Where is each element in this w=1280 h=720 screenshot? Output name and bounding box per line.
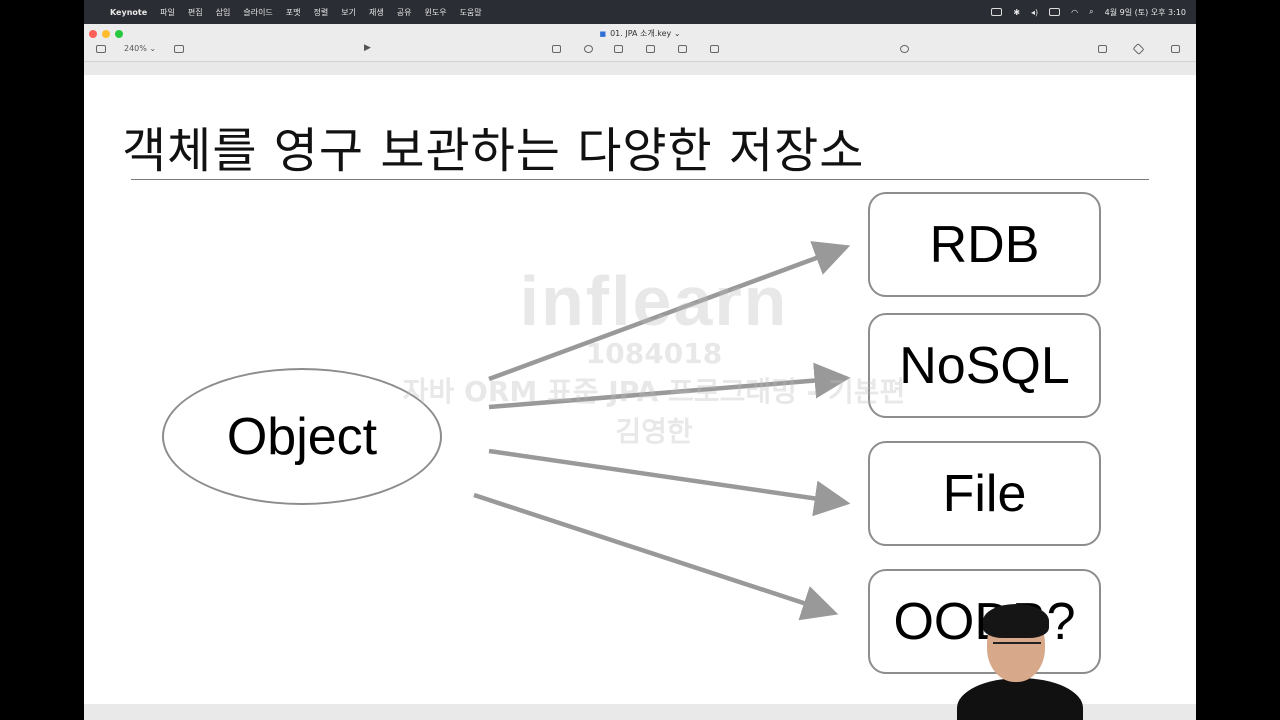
table-icon[interactable] bbox=[552, 45, 561, 53]
volume-icon[interactable]: ◂) bbox=[1031, 8, 1038, 17]
chart-icon[interactable] bbox=[584, 45, 593, 53]
shape-icon[interactable] bbox=[646, 45, 655, 53]
menu-edit[interactable]: 편집 bbox=[188, 7, 203, 18]
sidebar-toggle-icon[interactable] bbox=[96, 45, 106, 53]
store-box-file[interactable]: File bbox=[868, 441, 1101, 546]
store-label-file: File bbox=[942, 464, 1027, 523]
presenter-webcam bbox=[955, 560, 1085, 720]
battery-icon[interactable] bbox=[1049, 8, 1061, 16]
format-icon[interactable] bbox=[1098, 45, 1107, 53]
bluetooth-icon[interactable]: ✱ bbox=[1013, 8, 1020, 17]
chevron-down-icon: ⌄ bbox=[671, 29, 681, 38]
object-label: Object bbox=[226, 407, 378, 466]
menu-play[interactable]: 재생 bbox=[369, 7, 384, 18]
collaborate-icon[interactable] bbox=[900, 45, 909, 53]
store-label-rdb: RDB bbox=[929, 215, 1040, 274]
arrow-to-file bbox=[488, 448, 851, 517]
menu-file[interactable]: 파일 bbox=[160, 7, 175, 18]
document-inspector-icon[interactable] bbox=[1171, 45, 1180, 53]
menu-arrange[interactable]: 정렬 bbox=[314, 7, 329, 18]
zoom-control[interactable]: 240% ⌄ bbox=[124, 44, 156, 53]
menu-help[interactable]: 도움말 bbox=[460, 7, 482, 18]
media-icon[interactable] bbox=[678, 45, 687, 53]
menu-bar: Keynote 파일 편집 삽입 슬라이드 포맷 정렬 보기 재생 공유 윈도우… bbox=[84, 0, 1196, 24]
comment-icon[interactable] bbox=[710, 45, 719, 53]
menu-window[interactable]: 윈도우 bbox=[424, 7, 446, 18]
document-title[interactable]: ■ 01. JPA 소개.key ⌄ bbox=[84, 28, 1196, 39]
object-oval[interactable]: Object bbox=[162, 368, 442, 505]
menu-share[interactable]: 공유 bbox=[397, 7, 412, 18]
screen-record-icon[interactable] bbox=[991, 8, 1003, 16]
menu-app-name[interactable]: Keynote bbox=[110, 8, 147, 17]
store-box-nosql[interactable]: NoSQL bbox=[868, 313, 1101, 418]
arrow-to-rdb bbox=[488, 241, 851, 382]
presenter-glasses bbox=[993, 642, 1041, 652]
search-icon[interactable]: ⌕ bbox=[1089, 7, 1093, 17]
menu-slide[interactable]: 슬라이드 bbox=[243, 7, 272, 18]
clock-text[interactable]: 4월 9일 (토) 오후 3:10 bbox=[1105, 7, 1186, 18]
text-icon[interactable] bbox=[614, 45, 623, 53]
status-area: ✱ ◂) ◠ ⌕ 4월 9일 (토) 오후 3:10 bbox=[980, 0, 1186, 24]
wifi-icon[interactable]: ◠ bbox=[1071, 8, 1078, 17]
menu-format[interactable]: 포맷 bbox=[286, 7, 301, 18]
arrow-to-nosql bbox=[488, 362, 851, 410]
play-icon[interactable]: ▶ bbox=[364, 43, 371, 53]
title-bar: ■ 01. JPA 소개.key ⌄ 240% ⌄ ▶ bbox=[84, 24, 1196, 62]
add-slide-icon[interactable] bbox=[174, 45, 184, 53]
arrow-to-oodb bbox=[473, 492, 839, 621]
menu-view[interactable]: 보기 bbox=[341, 7, 356, 18]
presenter-hair bbox=[983, 604, 1049, 638]
animate-icon[interactable] bbox=[1132, 42, 1145, 56]
zoom-value: 240% bbox=[124, 44, 147, 53]
document-icon: ■ bbox=[599, 30, 607, 38]
store-box-rdb[interactable]: RDB bbox=[868, 192, 1101, 297]
store-label-nosql: NoSQL bbox=[899, 336, 1070, 395]
presenter-body bbox=[957, 678, 1083, 720]
document-title-text: 01. JPA 소개.key bbox=[610, 29, 672, 38]
menu-insert[interactable]: 삽입 bbox=[216, 7, 231, 18]
